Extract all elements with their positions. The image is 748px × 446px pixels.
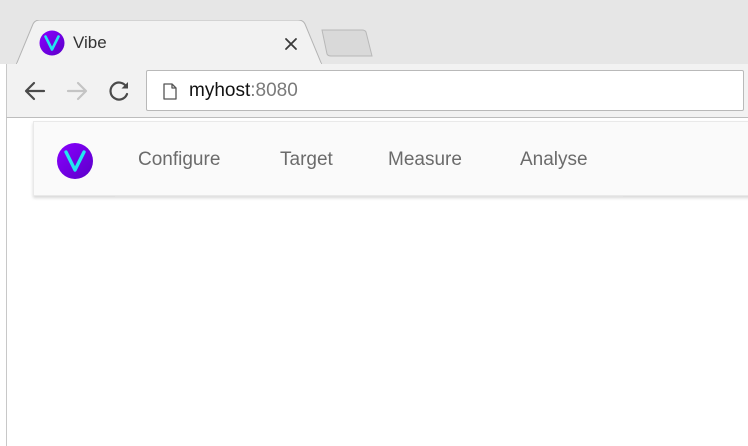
forward-arrow-icon[interactable]: [62, 76, 92, 106]
new-tab-icon[interactable]: [319, 29, 375, 58]
close-icon[interactable]: [280, 33, 302, 55]
vibe-logo-icon[interactable]: [56, 142, 94, 180]
menu-item-analyse[interactable]: Analyse: [520, 148, 588, 172]
app-navbar: Configure Target Measure Analyse: [33, 121, 748, 197]
address-bar[interactable]: myhost:8080: [146, 70, 744, 111]
window-edge: [6, 118, 7, 446]
tab-title: Vibe: [73, 33, 107, 52]
tab-favicon-icon: [39, 30, 65, 56]
tab-strip: Vibe: [0, 0, 748, 65]
menu-divider: [115, 196, 623, 197]
menu-item-configure[interactable]: Configure: [138, 148, 220, 172]
url-host: myhost: [189, 80, 251, 101]
url-text: myhost:8080: [189, 79, 298, 103]
url-port: :8080: [250, 80, 298, 101]
menu-item-measure[interactable]: Measure: [388, 148, 462, 172]
reload-icon[interactable]: [104, 76, 134, 106]
menu-item-target[interactable]: Target: [280, 148, 333, 172]
back-arrow-icon[interactable]: [20, 76, 50, 106]
browser-window: Vibe myhost:8080 Configure Target Measur…: [0, 0, 748, 446]
page-icon: [163, 83, 177, 100]
